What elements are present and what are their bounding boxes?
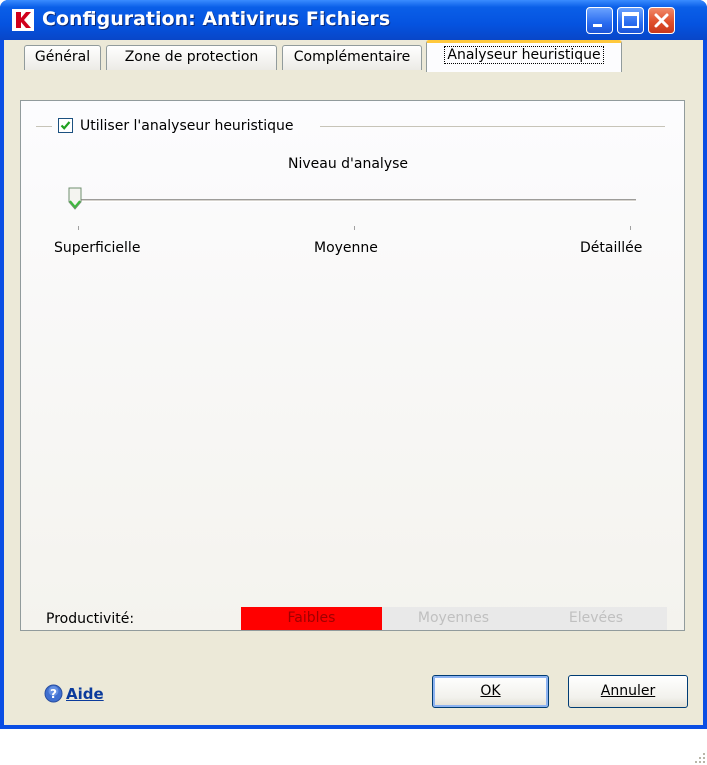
ok-button-label: OK <box>480 683 501 699</box>
cancel-button-label: Annuler <box>600 683 656 699</box>
minimize-button[interactable] <box>586 7 613 34</box>
level-label-superficielle: Superficielle <box>54 240 141 256</box>
maximize-icon <box>622 12 639 28</box>
level-label-detaillee: Détaillée <box>580 240 643 256</box>
kaspersky-k-icon <box>12 9 34 31</box>
ok-button[interactable]: OK <box>432 675 549 708</box>
tab-general[interactable]: Général <box>24 45 101 70</box>
window-title: Configuration: Antivirus Fichiers <box>42 8 391 30</box>
group-line-left <box>36 126 52 127</box>
dialog-client-area: Général Zone de protection Complémentair… <box>4 40 705 763</box>
tab-complementaire[interactable]: Complémentaire <box>282 45 422 70</box>
svg-text:?: ? <box>50 687 57 701</box>
productivity-elevees: Elevées <box>525 607 667 630</box>
use-heuristic-label[interactable]: Utiliser l'analyseur heuristique <box>80 118 298 134</box>
productivity-moyennes: Moyennes <box>382 607 525 630</box>
tab-zone-de-protection[interactable]: Zone de protection <box>106 45 277 70</box>
checkmark-icon <box>60 121 71 130</box>
cancel-button[interactable]: Annuler <box>568 675 688 708</box>
minimize-icon <box>593 24 602 27</box>
productivity-faibles: Faibles <box>241 607 382 630</box>
tab-label: Général <box>34 49 91 65</box>
tab-label: Analyseur heuristique <box>444 46 604 64</box>
analysis-level-title: Niveau d'analyse <box>288 156 409 172</box>
close-button[interactable] <box>648 7 675 34</box>
group-line-right <box>320 126 665 127</box>
dialog-window: Configuration: Antivirus Fichiers Généra… <box>0 0 707 763</box>
resize-grip-icon[interactable] <box>689 747 707 765</box>
analysis-level-slider-thumb[interactable] <box>68 187 82 211</box>
help-link[interactable]: Aide <box>66 685 104 703</box>
maximize-button[interactable] <box>617 7 644 34</box>
close-icon <box>654 13 669 28</box>
slider-tick <box>630 226 631 230</box>
tab-panel-heuristic <box>20 100 685 631</box>
tab-label: Zone de protection <box>124 49 259 65</box>
title-bar[interactable]: Configuration: Antivirus Fichiers <box>0 0 707 40</box>
slider-tick <box>354 226 355 230</box>
level-label-moyenne: Moyenne <box>314 240 378 256</box>
analysis-level-slider-track[interactable] <box>74 199 636 202</box>
slider-tick <box>78 226 79 230</box>
tab-label: Complémentaire <box>293 49 411 65</box>
tab-analyseur-heuristique[interactable]: Analyseur heuristique <box>426 40 622 72</box>
use-heuristic-checkbox[interactable] <box>58 118 73 133</box>
productivity-label: Productivité: <box>46 611 135 627</box>
help-question-icon[interactable]: ? <box>44 684 63 703</box>
